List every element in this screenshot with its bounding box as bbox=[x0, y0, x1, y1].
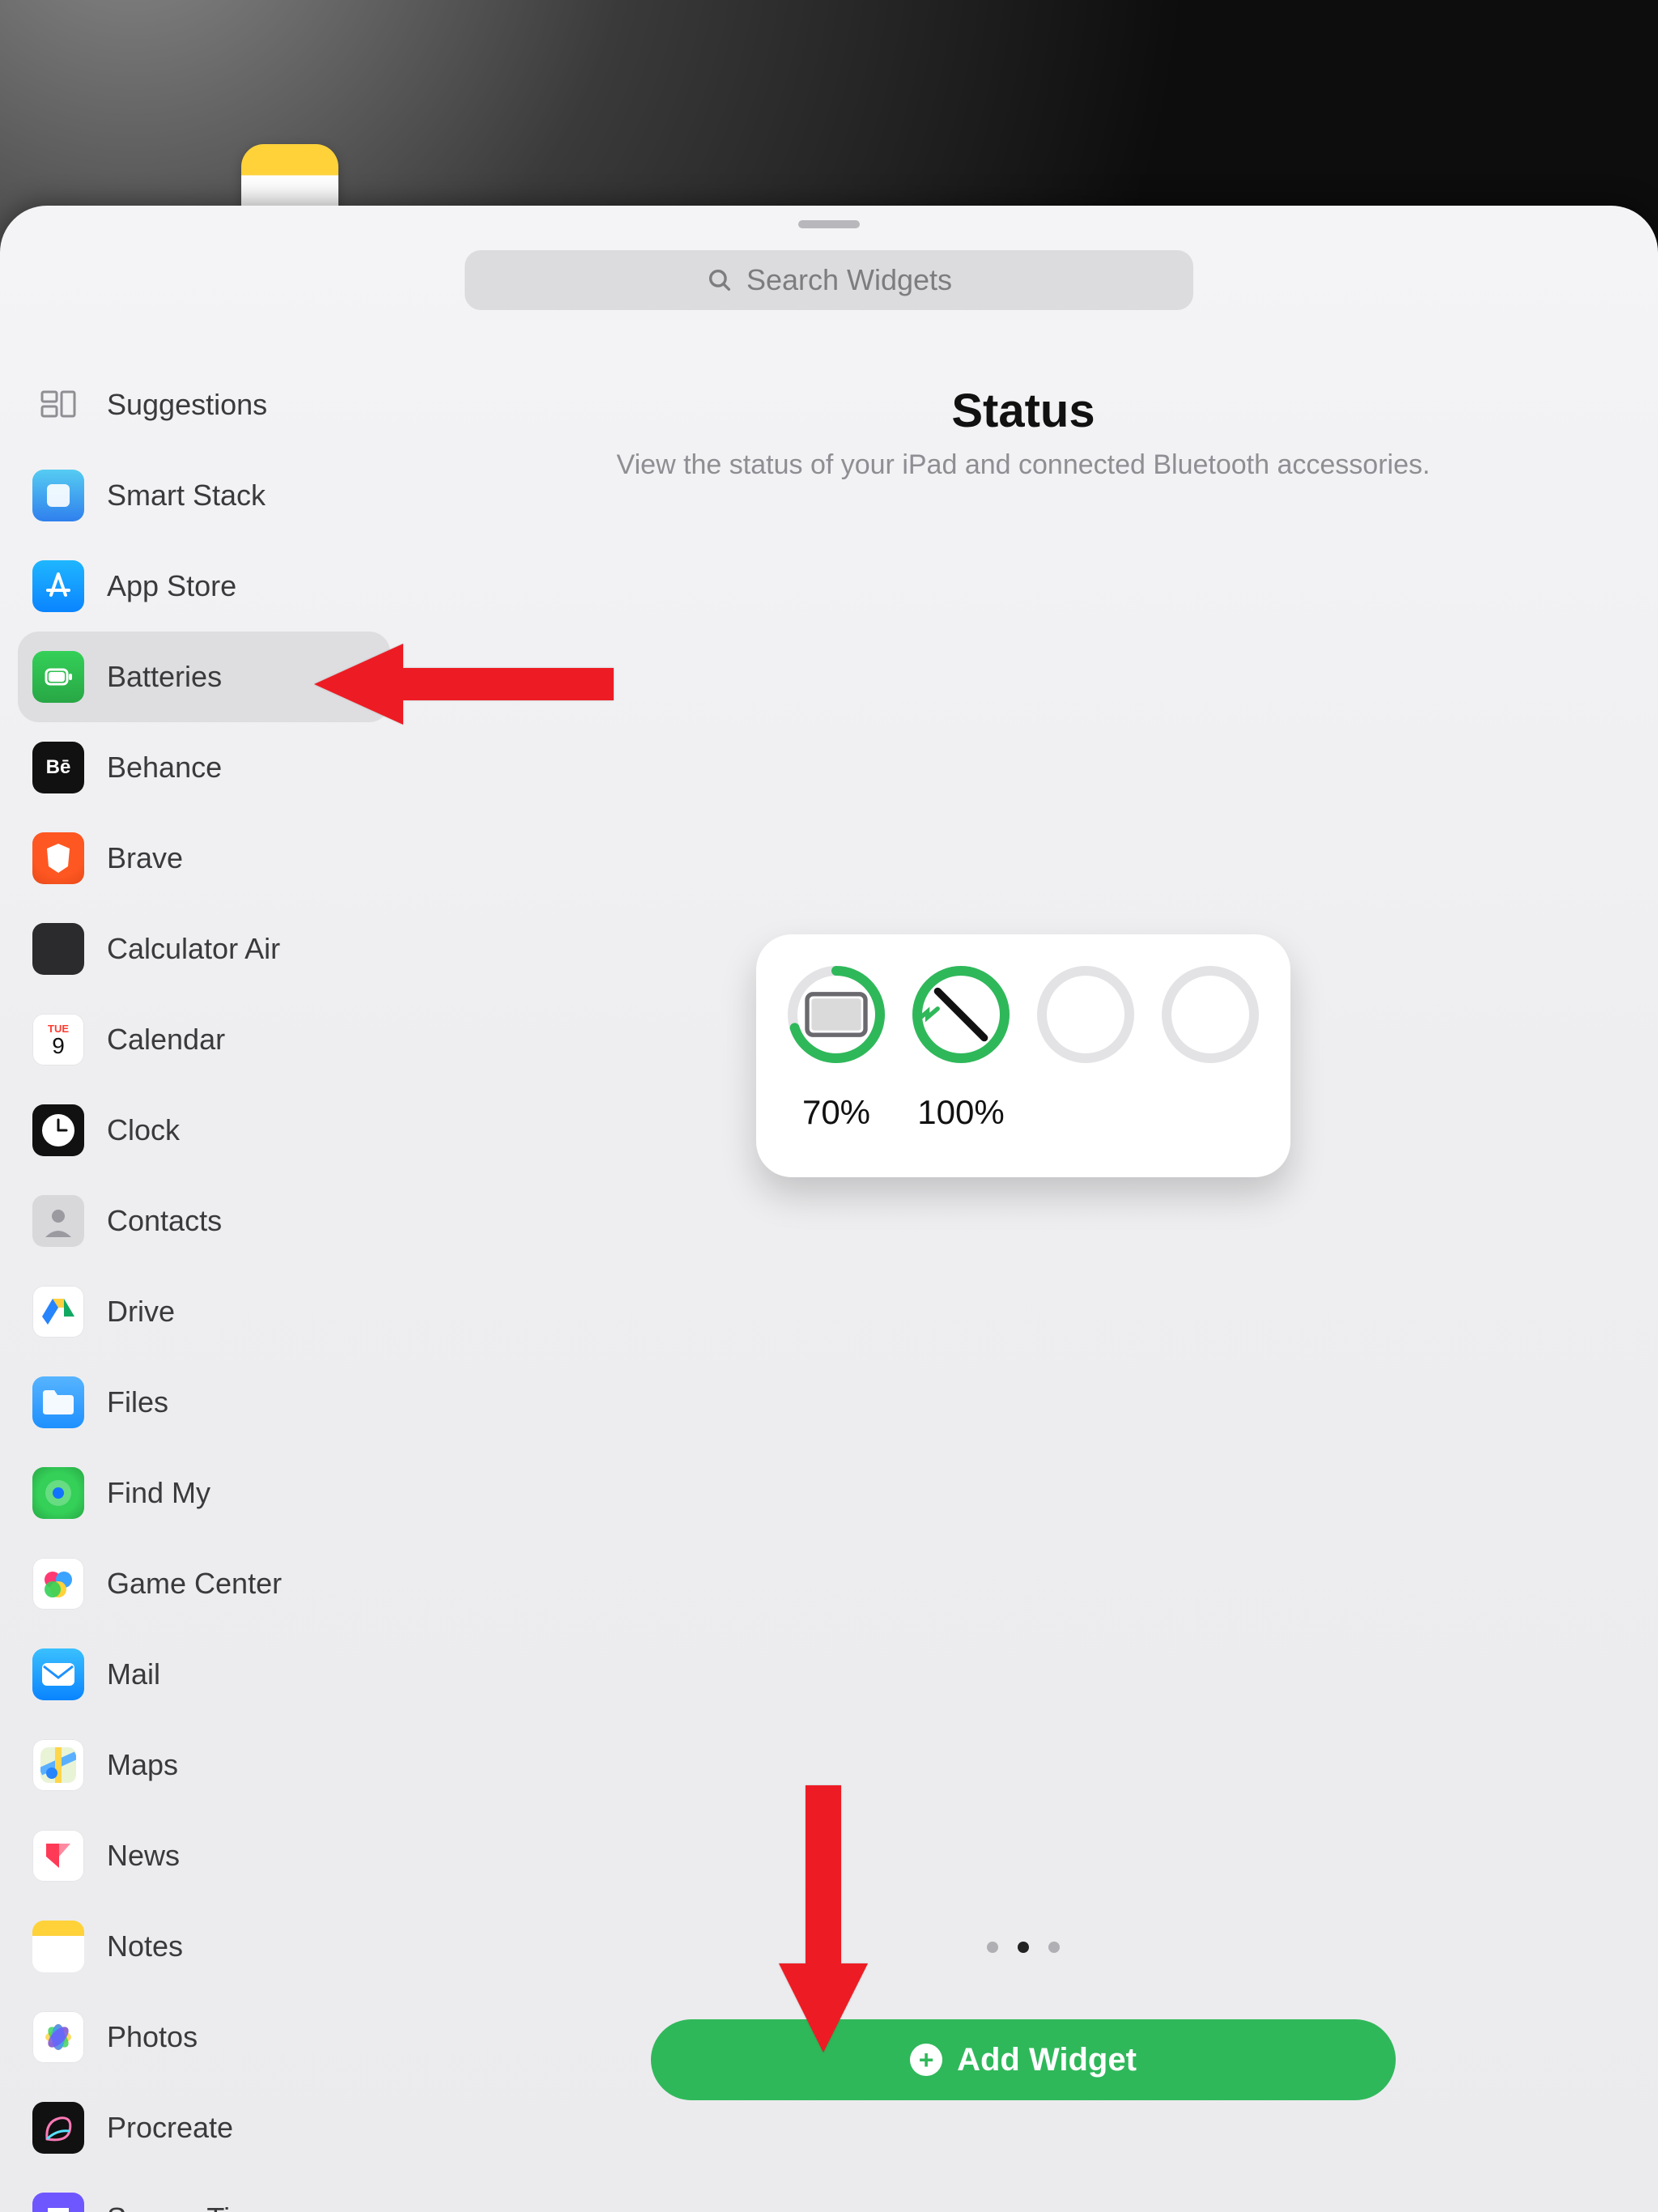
sidebar-item-findmy[interactable]: Find My bbox=[18, 1448, 390, 1538]
batteries-widget-preview[interactable]: 70% 100% bbox=[756, 934, 1290, 1177]
sheet-grabber[interactable] bbox=[798, 220, 860, 228]
battery-ring bbox=[1035, 963, 1137, 1066]
pager-dot[interactable] bbox=[1018, 1942, 1029, 1953]
sidebar-item-maps[interactable]: Maps bbox=[18, 1720, 390, 1810]
sidebar-item-brave[interactable]: Brave bbox=[18, 813, 390, 904]
brave-icon bbox=[32, 832, 84, 884]
contacts-icon bbox=[32, 1195, 84, 1247]
maps-icon bbox=[32, 1739, 84, 1791]
sidebar-item-contacts[interactable]: Contacts bbox=[18, 1176, 390, 1266]
battery-slot-pencil: 100% bbox=[908, 963, 1014, 1132]
drive-icon bbox=[32, 1286, 84, 1338]
sidebar-item-appstore[interactable]: App Store bbox=[18, 541, 390, 632]
sidebar-item-label: Game Center bbox=[107, 1567, 282, 1601]
sidebar-item-label: App Store bbox=[107, 569, 236, 603]
sidebar-item-photos[interactable]: Photos bbox=[18, 1992, 390, 2082]
sidebar-item-label: Screen Time bbox=[107, 2201, 270, 2212]
sidebar-item-behance[interactable]: Bē Behance bbox=[18, 722, 390, 813]
mail-icon bbox=[32, 1648, 84, 1700]
sidebar-item-calendar[interactable]: TUE9 Calendar bbox=[18, 994, 390, 1085]
calcair-icon bbox=[32, 923, 84, 975]
smartstack-icon bbox=[32, 470, 84, 521]
sidebar-item-label: Suggestions bbox=[107, 388, 267, 422]
sidebar-item-label: Batteries bbox=[107, 660, 222, 694]
annotation-arrow-sidebar bbox=[314, 640, 622, 733]
battery-percent-label: 70% bbox=[802, 1093, 870, 1132]
battery-slot-empty bbox=[1158, 963, 1263, 1066]
battery-slot-empty bbox=[1033, 963, 1138, 1066]
sidebar-item-screentime[interactable]: Screen Time bbox=[18, 2173, 390, 2212]
sidebar-item-files[interactable]: Files bbox=[18, 1357, 390, 1448]
sidebar-item-label: Calculator Air bbox=[107, 932, 280, 966]
sidebar-item-label: Clock bbox=[107, 1113, 180, 1147]
clock-icon bbox=[32, 1104, 84, 1156]
pager-dot[interactable] bbox=[987, 1942, 998, 1953]
procreate-icon bbox=[32, 2102, 84, 2154]
sidebar-item-label: Drive bbox=[107, 1295, 175, 1329]
search-icon bbox=[706, 266, 733, 294]
annotation-arrow-add-button bbox=[775, 1785, 872, 2057]
sidebar-item-label: Behance bbox=[107, 751, 222, 785]
battery-slot-ipad: 70% bbox=[784, 963, 889, 1132]
add-widget-button[interactable]: + Add Widget bbox=[651, 2019, 1396, 2100]
sidebar-item-procreate[interactable]: Procreate bbox=[18, 2082, 390, 2173]
widget-detail-panel: Status View the status of your iPad and … bbox=[421, 351, 1626, 2180]
news-icon bbox=[32, 1830, 84, 1882]
sidebar-item-drive[interactable]: Drive bbox=[18, 1266, 390, 1357]
sidebar-item-label: Smart Stack bbox=[107, 479, 266, 513]
sidebar-item-label: Procreate bbox=[107, 2111, 233, 2145]
sidebar-item-suggestions[interactable]: Suggestions bbox=[18, 359, 390, 450]
sidebar-item-label: Photos bbox=[107, 2020, 198, 2054]
sidebar-item-calcair[interactable]: Calculator Air bbox=[18, 904, 390, 994]
add-widget-label: Add Widget bbox=[957, 2042, 1137, 2078]
widget-source-sidebar: Suggestions Smart Stack App Store Batteries… bbox=[18, 359, 390, 2212]
calendar-icon: TUE9 bbox=[32, 1014, 84, 1066]
widget-size-pager[interactable] bbox=[987, 1942, 1060, 1953]
sidebar-item-label: Notes bbox=[107, 1929, 183, 1963]
plus-icon: + bbox=[910, 2044, 942, 2076]
search-placeholder: Search Widgets bbox=[746, 263, 952, 297]
sidebar-item-label: Contacts bbox=[107, 1204, 222, 1238]
notes-icon bbox=[32, 1921, 84, 1972]
suggestions-icon bbox=[32, 379, 84, 431]
sidebar-item-label: Brave bbox=[107, 841, 183, 875]
photos-icon bbox=[32, 2011, 84, 2063]
appstore-icon bbox=[32, 560, 84, 612]
battery-ring bbox=[910, 963, 1012, 1066]
findmy-icon bbox=[32, 1467, 84, 1519]
sidebar-item-smartstack[interactable]: Smart Stack bbox=[18, 450, 390, 541]
sidebar-item-label: Files bbox=[107, 1385, 168, 1419]
battery-ring bbox=[785, 963, 887, 1066]
widget-title: Status bbox=[421, 384, 1626, 438]
battery-percent-label: 100% bbox=[917, 1093, 1004, 1132]
sidebar-item-clock[interactable]: Clock bbox=[18, 1085, 390, 1176]
sidebar-item-notes[interactable]: Notes bbox=[18, 1901, 390, 1992]
sidebar-item-label: News bbox=[107, 1839, 180, 1873]
sidebar-item-gamecenter[interactable]: Game Center bbox=[18, 1538, 390, 1629]
screentime-icon bbox=[32, 2193, 84, 2212]
search-widgets-field[interactable]: Search Widgets bbox=[465, 250, 1193, 310]
sidebar-item-news[interactable]: News bbox=[18, 1810, 390, 1901]
pager-dot[interactable] bbox=[1048, 1942, 1060, 1953]
gamecenter-icon bbox=[32, 1558, 84, 1610]
widget-subtitle: View the status of your iPad and connect… bbox=[421, 449, 1626, 481]
sidebar-item-label: Maps bbox=[107, 1748, 178, 1782]
files-icon bbox=[32, 1376, 84, 1428]
batteries-icon bbox=[32, 651, 84, 703]
sidebar-item-label: Calendar bbox=[107, 1023, 225, 1057]
sidebar-item-label: Mail bbox=[107, 1657, 160, 1691]
sidebar-item-mail[interactable]: Mail bbox=[18, 1629, 390, 1720]
sidebar-item-label: Find My bbox=[107, 1476, 210, 1510]
behance-icon: Bē bbox=[32, 742, 84, 793]
battery-ring bbox=[1159, 963, 1261, 1066]
